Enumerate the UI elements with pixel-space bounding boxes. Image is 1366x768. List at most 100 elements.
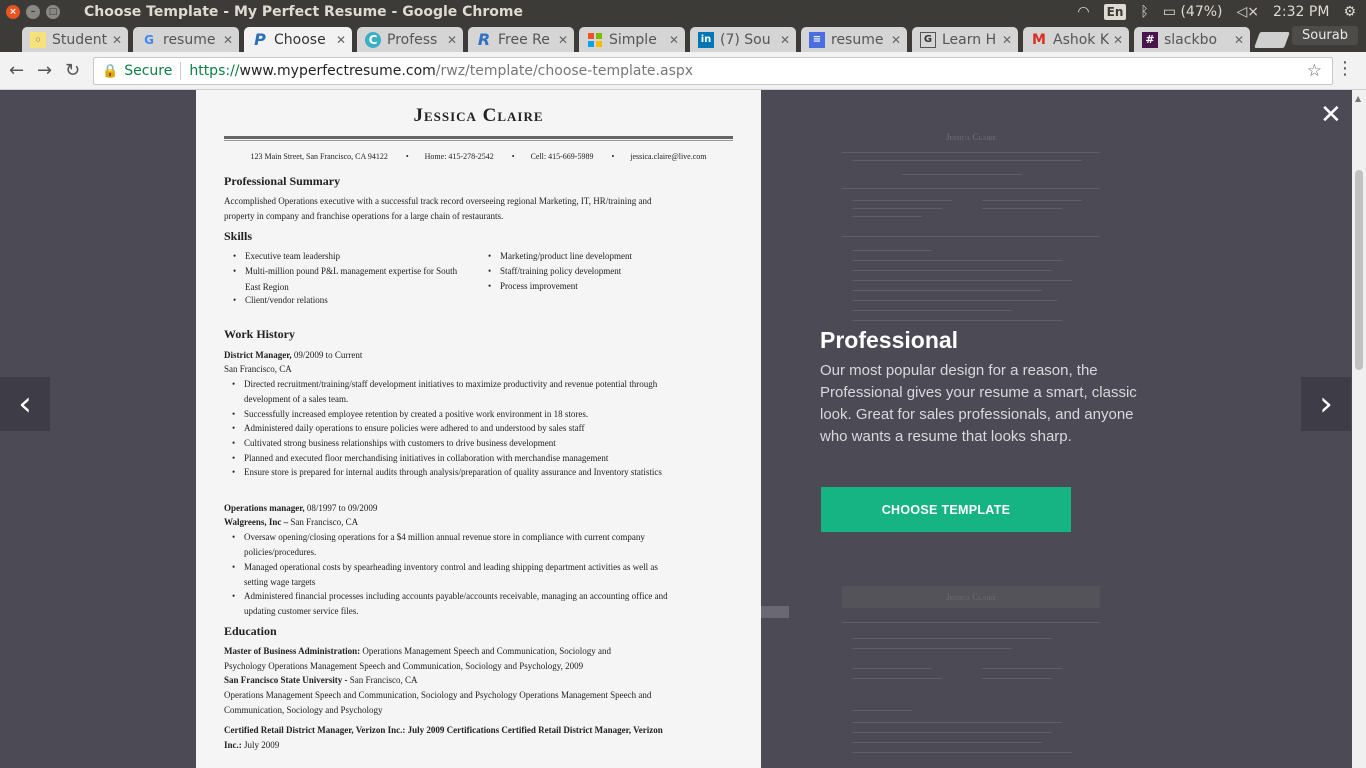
background-template-preview-2: Jessica Claire (842, 586, 1100, 768)
close-icon[interactable]: ✕ (1320, 102, 1342, 128)
ghost-name: Jessica Claire (842, 586, 1100, 608)
ghost-line (852, 208, 942, 209)
ghost-line (852, 300, 1057, 301)
battery-indicator[interactable]: ▭ (47%) (1163, 4, 1223, 20)
bookmark-star-icon[interactable]: ☆ (1307, 61, 1322, 81)
volume-mute-icon[interactable]: ◁× (1237, 4, 1260, 20)
battery-percent: (47%) (1180, 4, 1223, 20)
ghost-line (852, 668, 932, 669)
tab-gmail[interactable]: M Ashok K ✕ (1023, 27, 1129, 52)
window-close-icon[interactable]: × (6, 5, 20, 19)
divider (180, 62, 182, 80)
g-icon: G (920, 31, 936, 48)
new-tab-button[interactable] (1254, 32, 1290, 48)
tab-professional[interactable]: C Profess ✕ (357, 27, 463, 52)
skill-item: Client/vendor relations (233, 293, 465, 308)
window-maximize-icon[interactable]: □ (46, 5, 60, 19)
tab-label: Ashok K (1053, 31, 1109, 48)
page-scrollbar[interactable]: ▲ (1352, 90, 1366, 768)
tab-close-icon[interactable]: ✕ (112, 33, 122, 47)
previous-template-arrow-icon[interactable]: ‹ (0, 377, 50, 431)
job2-title: Operations manager, (224, 503, 305, 513)
ghost-line (852, 200, 952, 201)
job1-bullet: Planned and executed floor merchandising… (232, 451, 674, 466)
skill-item: Multi-million pound P&L management exper… (233, 264, 460, 295)
secure-label[interactable]: Secure (124, 63, 172, 79)
tab-close-icon[interactable]: ✕ (1113, 33, 1123, 47)
url-path: /rwz/template/choose-template.aspx (435, 63, 694, 79)
tab-label: (7) Sou (720, 31, 771, 48)
wifi-icon[interactable]: ◠ (1077, 4, 1089, 20)
window-controls: × – □ (6, 5, 60, 19)
job2-dates: 08/1997 to 09/2009 (304, 503, 378, 513)
job2-bullet: Administered financial processes includi… (232, 589, 674, 618)
reload-icon[interactable]: ↻ (65, 60, 80, 81)
ghost-tab (761, 606, 789, 618)
ghost-line (982, 200, 1082, 201)
tab-label: slackbo (1164, 31, 1218, 48)
tab-close-icon[interactable]: ✕ (1234, 33, 1244, 47)
resume-name: Jessica Claire (413, 105, 544, 126)
contact-email: jessica.claire@live.com (630, 152, 707, 161)
tab-slack[interactable]: # slackbo ✕ (1134, 27, 1250, 52)
scroll-up-arrow-icon[interactable]: ▲ (1355, 94, 1361, 103)
edu1-degree-line: Master of Business Administration: Opera… (224, 644, 654, 673)
tab-simple[interactable]: Simple ✕ (579, 27, 685, 52)
tab-choose-template[interactable]: P Choose ✕ (244, 27, 352, 52)
next-template-arrow-icon[interactable]: › (1301, 377, 1351, 431)
url-host: www.myperfectresume.com (239, 63, 436, 79)
tab-close-icon[interactable]: ✕ (447, 33, 457, 47)
window-minimize-icon[interactable]: – (26, 5, 40, 19)
tab-close-icon[interactable]: ✕ (891, 33, 901, 47)
tab-resume-docs[interactable]: ≡ resume ✕ (801, 27, 907, 52)
edu1-detail: Operations Management Speech and Communi… (224, 690, 652, 715)
ghost-line (982, 678, 1052, 679)
chrome-menu-icon[interactable]: ⋮ (1336, 58, 1354, 79)
tab-resume-google[interactable]: G resume ✕ (133, 27, 239, 52)
skill-item: Executive team leadership (233, 249, 465, 264)
tab-close-icon[interactable]: ✕ (558, 33, 568, 47)
lock-icon[interactable]: 🔒 (102, 64, 118, 79)
bluetooth-icon[interactable]: ᛒ (1140, 4, 1148, 20)
job2-location: San Francisco, CA (290, 517, 359, 527)
tab-label: resume (163, 31, 216, 48)
tab-close-icon[interactable]: ✕ (223, 33, 233, 47)
divider (224, 140, 733, 141)
tab-close-icon[interactable]: ✕ (336, 33, 346, 47)
ghost-line (852, 310, 1012, 311)
scroll-thumb[interactable] (1355, 170, 1363, 370)
tab-label: Free Re (498, 31, 550, 48)
summary-heading: Professional Summary (224, 174, 341, 188)
cert-text: Certified Retail District Manager, Veriz… (224, 725, 663, 750)
battery-icon: ▭ (1162, 4, 1177, 20)
docs-icon: ≡ (809, 31, 825, 48)
c-icon: C (365, 31, 381, 48)
tab-learn[interactable]: G Learn H ✕ (912, 27, 1018, 52)
tab-free-resume[interactable]: R Free Re ✕ (468, 27, 574, 52)
resume-preview: Jessica Claire 123 Main Street, San Fran… (196, 90, 761, 768)
ghost-line (852, 710, 912, 711)
tab-student[interactable]: ◦ Student ✕ (22, 27, 128, 52)
google-icon: G (144, 32, 154, 47)
skill-item: Staff/training policy development (488, 264, 720, 279)
tab-close-icon[interactable]: ✕ (780, 33, 790, 47)
ghost-line (852, 678, 942, 679)
tab-close-icon[interactable]: ✕ (1002, 33, 1012, 47)
clock[interactable]: 2:32 PM (1273, 4, 1329, 20)
tab-close-icon[interactable]: ✕ (669, 33, 679, 47)
settings-gear-icon[interactable]: ⚙ (1343, 4, 1356, 20)
ghost-line (842, 622, 1100, 623)
keyboard-language[interactable]: En (1103, 4, 1127, 20)
address-bar[interactable]: 🔒 Secure https://www.myperfectresume.com… (93, 57, 1333, 85)
tab-linkedin[interactable]: in (7) Sou ✕ (690, 27, 796, 52)
ghost-name: Jessica Claire (945, 132, 997, 142)
job1-location: San Francisco, CA (224, 364, 292, 374)
ghost-line (852, 160, 1082, 161)
choose-template-button[interactable]: CHOOSE TEMPLATE (821, 487, 1071, 532)
back-arrow-icon[interactable]: ← (9, 60, 24, 81)
ghost-line (852, 320, 1062, 321)
profile-button[interactable]: Sourab (1291, 26, 1358, 45)
forward-arrow-icon[interactable]: → (37, 60, 52, 81)
contact-address: 123 Main Street, San Francisco, CA 94122 (250, 152, 388, 161)
ghost-line (852, 732, 1052, 733)
